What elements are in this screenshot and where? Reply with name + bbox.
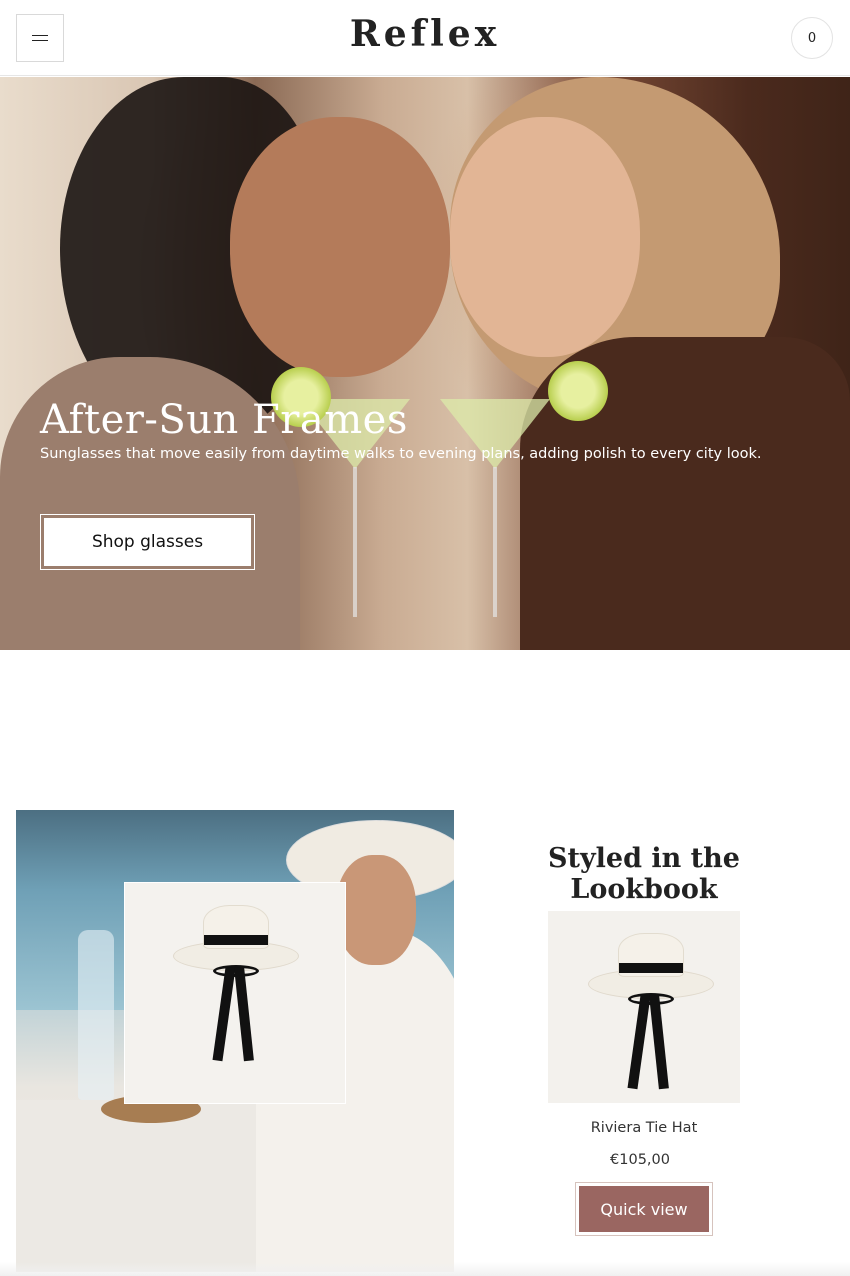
shop-glasses-button[interactable]: Shop glasses xyxy=(40,514,255,570)
cart-count: 0 xyxy=(807,30,817,46)
lookbook-image xyxy=(16,810,454,1272)
product-image[interactable] xyxy=(548,911,740,1103)
glass-stem-left xyxy=(353,467,357,617)
hero-banner: After-Sun Frames Sunglasses that move ea… xyxy=(0,77,850,650)
site-logo[interactable]: Reflex xyxy=(0,13,850,55)
hero-title: After-Sun Frames xyxy=(40,397,408,443)
hero-image-face-right xyxy=(450,117,640,357)
lookbook-model-face xyxy=(336,855,416,965)
page-bottom-fade xyxy=(0,1262,850,1276)
shop-glasses-label: Shop glasses xyxy=(44,518,251,566)
cart-button[interactable]: 0 xyxy=(791,17,833,59)
lookbook-hotspot-product[interactable] xyxy=(124,882,346,1104)
lime-slice-right xyxy=(548,361,608,421)
glass-stem-right xyxy=(493,467,497,617)
quick-view-label: Quick view xyxy=(579,1186,709,1232)
lookbook-table xyxy=(16,1100,296,1272)
hat-image xyxy=(173,905,299,1065)
quick-view-button[interactable]: Quick view xyxy=(575,1182,713,1236)
hero-image-face-left xyxy=(230,117,450,377)
lookbook-bottle xyxy=(78,930,114,1100)
product-name[interactable]: Riviera Tie Hat xyxy=(472,1120,816,1136)
hat-image xyxy=(588,933,714,1093)
site-header: Reflex 0 xyxy=(0,0,850,76)
hero-subtitle: Sunglasses that move easily from daytime… xyxy=(40,446,762,462)
lookbook-title: Styled in the Lookbook xyxy=(548,843,740,905)
product-price: €105,00 xyxy=(610,1152,670,1168)
